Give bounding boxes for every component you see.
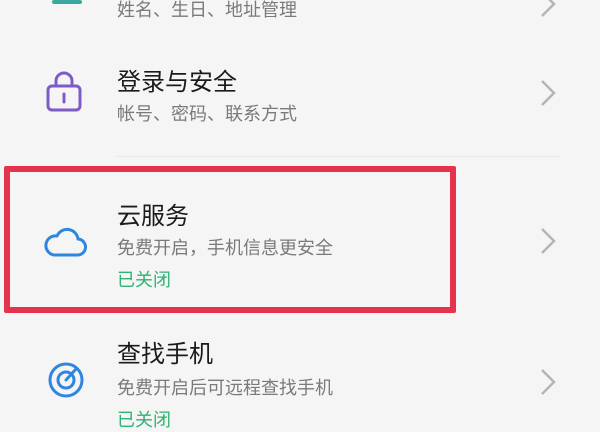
settings-row-personal-info[interactable]: 姓名、生日、地址管理 [0,0,600,45]
settings-row-find-phone[interactable]: 查找手机 免费开启后可远程查找手机 已关闭 [0,322,600,431]
highlight-box [4,166,456,313]
row-status: 已关闭 [117,410,171,431]
row-title: 登录与安全 [117,68,237,96]
chevron-right-icon [541,80,556,106]
chevron-right-icon [541,228,556,254]
settings-row-login-security[interactable]: 登录与安全 帐号、密码、联系方式 [0,45,600,155]
chevron-right-icon [541,369,556,395]
row-subtitle: 帐号、密码、联系方式 [117,104,297,125]
row-icon-partial [52,0,82,4]
row-title: 查找手机 [117,340,213,368]
radar-icon [48,362,84,398]
row-subtitle: 免费开启后可远程查找手机 [117,378,333,399]
row-subtitle: 姓名、生日、地址管理 [117,0,297,21]
lock-icon [46,71,82,112]
chevron-right-icon [541,0,556,17]
divider [117,156,560,157]
